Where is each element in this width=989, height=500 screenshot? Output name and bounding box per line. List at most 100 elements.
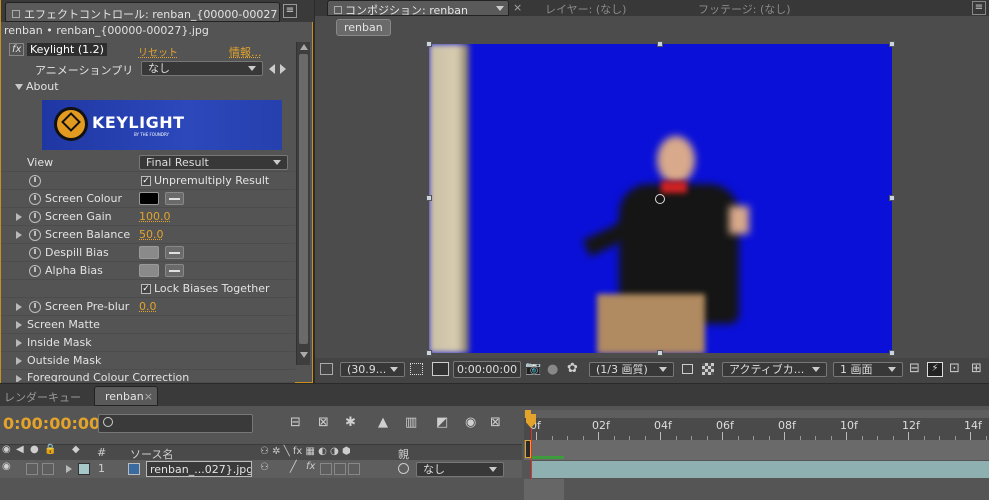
transparency-grid-icon[interactable] xyxy=(702,363,714,375)
graph-editor-icon[interactable]: ◩ xyxy=(436,415,448,430)
layer-visibility-icon[interactable]: ◉ xyxy=(2,461,11,472)
selection-handle[interactable] xyxy=(657,350,663,356)
motion-blur-icon[interactable]: ▥ xyxy=(405,415,417,430)
fast-preview-icon[interactable]: ⚡ xyxy=(927,362,943,377)
layer-name-field[interactable]: renban_...027}.jpg xyxy=(146,461,252,477)
expand-icon[interactable] xyxy=(16,213,22,221)
screen-matte-row[interactable]: Screen Matte xyxy=(1,316,295,334)
selection-handle[interactable] xyxy=(657,41,663,47)
expand-icon[interactable] xyxy=(16,357,22,365)
stopwatch-icon[interactable] xyxy=(29,265,41,277)
lock-biases-checkbox[interactable]: ✓ xyxy=(141,284,151,294)
inside-mask-row[interactable]: Inside Mask xyxy=(1,334,295,352)
close-icon[interactable]: × xyxy=(144,390,153,403)
timeline-search-field[interactable] xyxy=(98,414,253,433)
selection-handle[interactable] xyxy=(889,41,895,47)
expand-about-icon[interactable] xyxy=(15,84,23,90)
expand-icon[interactable] xyxy=(16,303,22,311)
screen-gain-value[interactable]: 100.0 xyxy=(139,210,171,223)
show-snapshot-icon[interactable]: ● xyxy=(547,362,558,377)
layer-label-color[interactable] xyxy=(78,463,90,475)
comp-viewer[interactable] xyxy=(429,44,892,353)
fg-colour-correction-row[interactable]: Foreground Colour Correction xyxy=(1,370,295,383)
eyedropper-icon[interactable] xyxy=(165,246,184,259)
alpha-bias-swatch[interactable] xyxy=(139,264,159,277)
comp-mini-flowchart-icon[interactable]: ⊟ xyxy=(290,415,301,430)
hide-shy-layers-icon[interactable]: ✱ xyxy=(345,415,356,430)
timeline-navigator-handle[interactable] xyxy=(525,440,531,458)
expand-layer-icon[interactable] xyxy=(66,465,72,473)
selection-handle[interactable] xyxy=(889,195,895,201)
color-channels-icon[interactable]: ✿ xyxy=(567,361,578,376)
view-dropdown[interactable]: Final Result xyxy=(139,155,288,170)
comp-name-button[interactable]: renban xyxy=(336,19,391,36)
eyedropper-icon[interactable] xyxy=(165,192,184,205)
stopwatch-icon[interactable] xyxy=(29,175,41,187)
anchor-point-icon[interactable] xyxy=(655,194,665,204)
info-link[interactable]: 情報... xyxy=(229,44,262,60)
time-ruler[interactable]: 0f 02f 04f 06f 08f 10f 12f 14f xyxy=(524,410,989,440)
grid-icon[interactable] xyxy=(410,363,423,375)
effects-scrollbar[interactable] xyxy=(296,42,310,365)
screen-preblur-value[interactable]: 0.0 xyxy=(139,300,157,313)
eyedropper-icon[interactable] xyxy=(165,264,184,277)
tab-timeline-renban[interactable]: renban × xyxy=(94,386,158,406)
expand-icon[interactable] xyxy=(16,231,22,239)
zoom-dropdown[interactable]: (30.9... xyxy=(340,362,405,377)
effect-switch-icon[interactable]: fx xyxy=(306,461,315,472)
timeline-icon[interactable]: ⊡ xyxy=(949,361,960,376)
panel-menu-icon[interactable]: ≡ xyxy=(283,4,297,18)
stopwatch-icon[interactable] xyxy=(29,301,41,313)
fx-toggle-icon[interactable]: fx xyxy=(9,43,25,56)
stopwatch-icon[interactable] xyxy=(29,193,41,205)
parent-pickwhip-icon[interactable] xyxy=(398,463,409,474)
view-layout-dropdown[interactable]: 1 画面 xyxy=(833,362,903,377)
tab-render-queue[interactable]: レンダーキュー xyxy=(4,389,81,405)
reset-link[interactable]: リセット xyxy=(138,44,178,59)
next-preset-icon[interactable] xyxy=(280,64,286,74)
selection-handle[interactable] xyxy=(889,350,895,356)
frame-blending-icon[interactable]: ▲ xyxy=(378,415,388,430)
stopwatch-icon[interactable] xyxy=(29,229,41,241)
unpremultiply-checkbox[interactable]: ✓ xyxy=(141,176,151,186)
screen-balance-value[interactable]: 50.0 xyxy=(139,228,164,241)
work-area-bar[interactable] xyxy=(524,410,989,418)
outside-mask-row[interactable]: Outside Mask xyxy=(1,352,295,370)
effect-name[interactable]: Keylight (1.2) xyxy=(27,43,107,56)
tab-layer[interactable]: レイヤー: (なし) xyxy=(545,1,626,17)
camera-snapshot-icon[interactable]: 📷 xyxy=(525,361,541,376)
resolution-dropdown[interactable]: (1/3 画質) xyxy=(589,362,674,377)
effect-header-row[interactable]: fx Keylight (1.2) リセット 情報... xyxy=(1,42,295,60)
tab-footage[interactable]: フッテージ: (なし) xyxy=(698,1,791,17)
animation-preset-dropdown[interactable]: なし xyxy=(141,61,263,76)
region-of-interest-icon[interactable] xyxy=(682,364,693,374)
layer-duration-bar[interactable] xyxy=(532,461,989,478)
about-row[interactable]: About xyxy=(1,78,295,96)
draft-3d-icon[interactable]: ⊠ xyxy=(318,415,329,430)
shy-switch-icon[interactable]: ⚇ xyxy=(260,462,269,473)
parent-dropdown[interactable]: なし xyxy=(416,462,504,477)
current-time-display[interactable]: 0:00:00:00 xyxy=(3,414,100,433)
selection-handle[interactable] xyxy=(426,41,432,47)
tab-composition[interactable]: コンポジション: renban xyxy=(327,0,509,16)
selection-handle[interactable] xyxy=(426,195,432,201)
stopwatch-icon[interactable] xyxy=(29,247,41,259)
screen-colour-swatch[interactable] xyxy=(139,192,159,205)
close-icon[interactable]: × xyxy=(513,1,522,14)
flowchart-icon[interactable]: ⊞ xyxy=(971,361,982,376)
selection-handle[interactable] xyxy=(426,350,432,356)
quality-switch-icon[interactable]: ╱ xyxy=(290,460,297,473)
stopwatch-icon[interactable] xyxy=(29,211,41,223)
work-area-start-handle[interactable] xyxy=(525,410,531,418)
timecode-field[interactable]: 0:00:00:00 xyxy=(453,361,521,378)
expand-icon[interactable] xyxy=(16,375,22,382)
expand-icon[interactable] xyxy=(16,339,22,347)
panel-menu-icon[interactable]: ≡ xyxy=(972,1,986,15)
despill-bias-swatch[interactable] xyxy=(139,246,159,259)
scrollbar-thumb[interactable] xyxy=(299,54,308,344)
expand-icon[interactable] xyxy=(16,321,22,329)
tab-effects-control[interactable]: エフェクトコントロール: renban_{00000-00027 xyxy=(5,2,280,22)
prev-preset-icon[interactable] xyxy=(269,64,275,74)
auto-keyframe-icon[interactable]: ⊠ xyxy=(490,415,501,430)
brainstorm-icon[interactable]: ◉ xyxy=(465,415,476,430)
